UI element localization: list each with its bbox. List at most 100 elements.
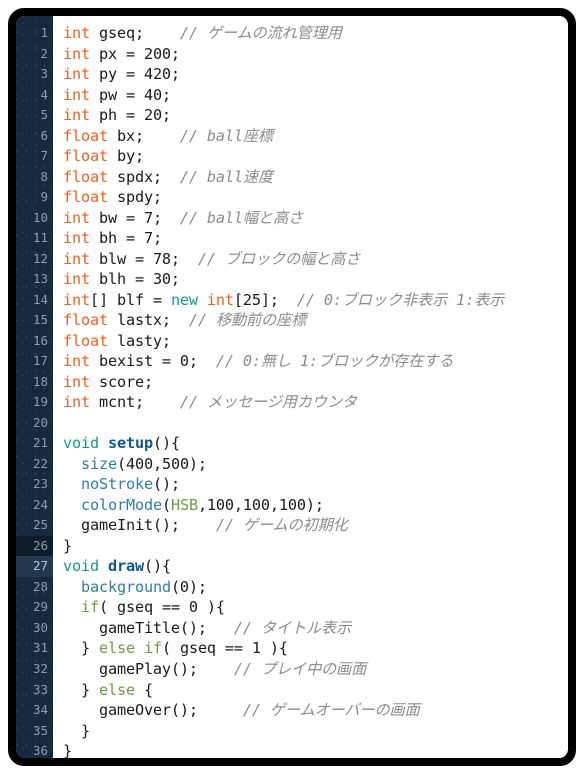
code-token: draw <box>107 557 144 576</box>
code-token: noStroke <box>81 475 153 494</box>
code-token: // ゲームの初期化 <box>215 516 348 535</box>
code-line[interactable]: size(400,500); <box>63 454 568 475</box>
code-token: spdx; <box>107 167 180 186</box>
code-line[interactable]: float spdy; <box>63 187 568 208</box>
line-number: 20 <box>32 414 48 430</box>
code-token: gseq; <box>89 24 180 42</box>
code-token: (){ <box>143 557 171 576</box>
code-token: // プレイ中の画面 <box>233 659 367 678</box>
code-line[interactable]: int bh = 7; <box>63 228 568 249</box>
line-number: 36 <box>32 743 48 758</box>
code-line[interactable]: float spdx; // ball速度 <box>63 167 568 188</box>
code-token: } <box>63 721 90 740</box>
code-line[interactable]: } else if( gseq == 1 ){ <box>63 638 568 659</box>
code-token: float <box>63 331 108 350</box>
line-number: 10 <box>32 209 48 225</box>
code-line[interactable]: if( gseq == 0 ){ <box>63 597 568 618</box>
code-token: [25]; <box>233 290 297 309</box>
code-line[interactable]: int ph = 20; <box>63 105 568 126</box>
code-token: score; <box>89 372 153 391</box>
code-token: // 移動前の座標 <box>188 311 307 330</box>
code-token: int <box>63 208 90 227</box>
code-line[interactable]: void draw(){ <box>63 556 568 577</box>
line-number: 5 <box>40 107 48 123</box>
code-token: bx; <box>107 126 180 145</box>
code-token: int <box>63 249 90 268</box>
line-number: 14 <box>32 291 48 307</box>
code-line[interactable]: float lastx; // 移動前の座標 <box>63 310 568 331</box>
code-token: bexist = 0; <box>89 352 216 371</box>
code-token: int <box>63 229 90 248</box>
line-number: 19 <box>32 394 48 410</box>
code-line[interactable]: int mcnt; // メッセージ用カウンタ <box>63 392 568 413</box>
code-line[interactable]: int blh = 30; <box>63 269 568 290</box>
code-token: { <box>134 680 153 699</box>
line-number: 34 <box>32 702 48 718</box>
code-token: gameInit(); <box>63 516 216 535</box>
code-line[interactable]: int[] blf = new int[25]; // 0:ブロック非表示 1:… <box>63 290 568 311</box>
code-line[interactable]: colorMode(HSB,100,100,100); <box>63 495 568 516</box>
code-line[interactable]: background(0); <box>63 577 568 598</box>
code-line[interactable]: int pw = 40; <box>63 85 568 106</box>
code-token: // ゲームオーバーの画面 <box>242 701 420 720</box>
code-line[interactable]: void setup(){ <box>63 433 568 454</box>
code-line[interactable]: gameOver(); // ゲームオーバーの画面 <box>63 700 568 721</box>
code-token: // ブロックの幅と高さ <box>197 249 361 268</box>
code-line[interactable]: } <box>63 721 568 742</box>
line-number: 28 <box>32 578 48 594</box>
code-token: } <box>63 680 99 699</box>
line-number: 2 <box>40 45 48 61</box>
line-number: 17 <box>32 353 48 369</box>
code-line[interactable] <box>63 413 568 434</box>
editor-inner: 1 2 3 4 5 6 7 8 9 10 11 12 13 14 15 16 17 18 19 20 21 22 23 24 2… <box>16 16 568 758</box>
code-token: // タイトル表示 <box>233 618 352 637</box>
code-line[interactable]: gameInit(); // ゲームの初期化 <box>63 515 568 536</box>
code-token: by; <box>107 147 144 166</box>
line-number: 25 <box>32 517 48 533</box>
line-number: 22 <box>32 455 48 471</box>
line-number: 30 <box>32 619 48 635</box>
code-token: float <box>63 311 108 330</box>
code-line[interactable]: int px = 200; <box>63 44 568 65</box>
code-line[interactable]: float lasty; <box>63 331 568 352</box>
code-line[interactable]: int blw = 78; // ブロックの幅と高さ <box>63 249 568 270</box>
code-line[interactable]: } <box>63 536 568 557</box>
code-line[interactable]: int py = 420; <box>63 64 568 85</box>
code-token: bh = 7; <box>89 229 162 248</box>
code-line[interactable]: int gseq; // ゲームの流れ管理用 <box>63 23 568 44</box>
code-line[interactable]: } <box>63 741 568 758</box>
code-token: gameOver(); <box>63 701 243 720</box>
line-number: 26 <box>16 535 53 557</box>
code-line[interactable]: gamePlay(); // プレイ中の画面 <box>63 659 568 680</box>
code-token: (400,500); <box>116 454 207 473</box>
line-number: 12 <box>32 250 48 266</box>
code-line[interactable]: int bexist = 0; // 0:無し 1:ブロックが存在する <box>63 351 568 372</box>
code-line[interactable]: } else { <box>63 680 568 701</box>
code-token: if <box>81 598 99 617</box>
line-number: 16 <box>32 332 48 348</box>
code-token: py = 420; <box>89 65 180 84</box>
code-line[interactable]: gameTitle(); // タイトル表示 <box>63 618 568 639</box>
code-token: bw = 7; <box>89 208 180 227</box>
code-token: background <box>81 577 171 596</box>
code-line[interactable]: int bw = 7; // ball幅と高さ <box>63 208 568 229</box>
code-line[interactable]: float bx; // ball座標 <box>63 126 568 147</box>
code-token: float <box>63 188 108 207</box>
code-token: // ゲームの流れ管理用 <box>179 24 342 42</box>
code-token: size <box>81 454 117 473</box>
code-token: int <box>63 24 90 42</box>
code-line[interactable]: float by; <box>63 146 568 167</box>
code-area[interactable]: int gseq; // ゲームの流れ管理用 int px = 200; int p… <box>53 16 568 758</box>
code-token: ph = 20; <box>89 106 171 125</box>
line-number: 23 <box>32 476 48 492</box>
code-line[interactable]: noStroke(); <box>63 474 568 495</box>
code-token: float <box>63 167 108 186</box>
code-token: new <box>170 290 198 309</box>
code-line[interactable]: int score; <box>63 372 568 393</box>
code-token: } <box>63 742 72 758</box>
